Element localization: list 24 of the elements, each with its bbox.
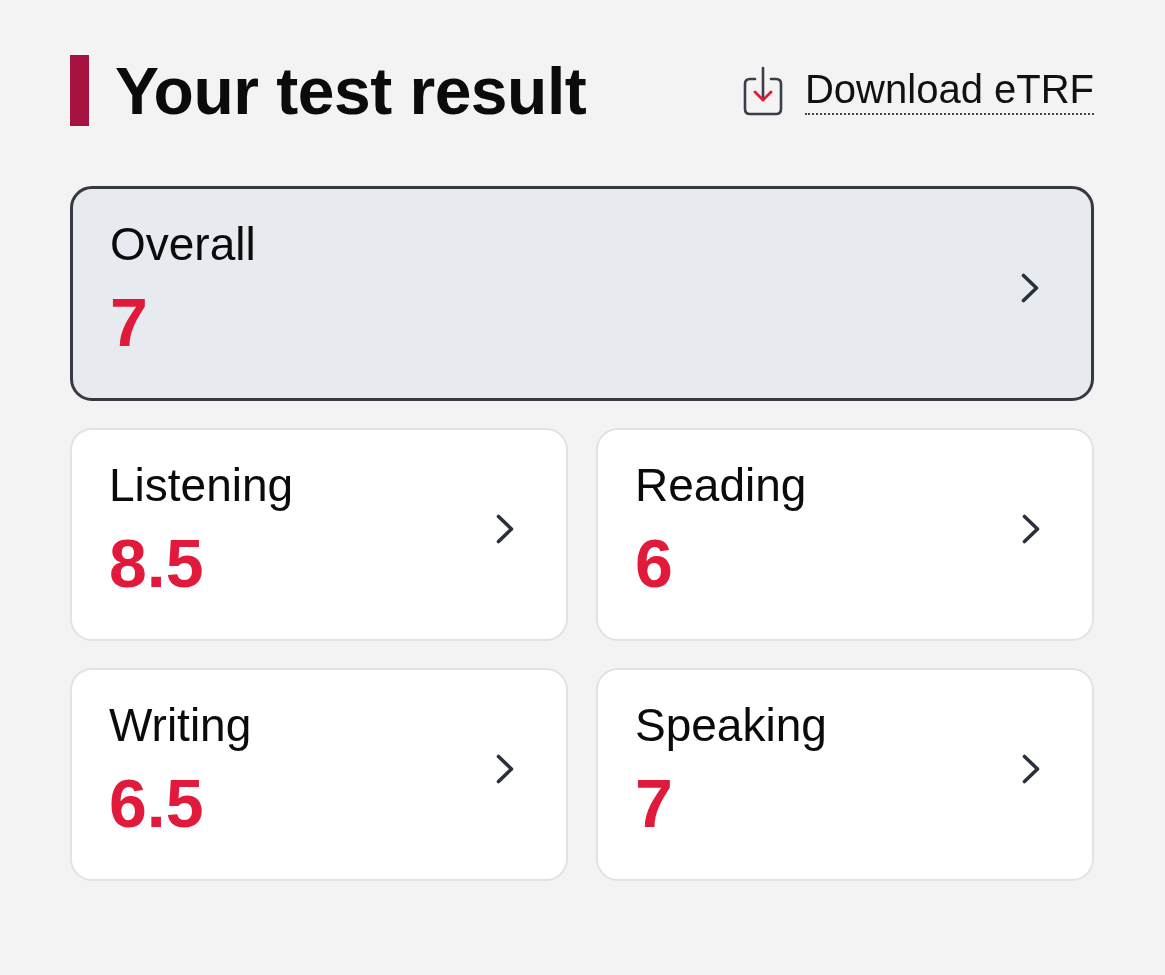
overall-score-card[interactable]: Overall 7	[70, 186, 1094, 401]
section-score-card[interactable]: Reading 6	[596, 428, 1094, 641]
download-icon	[743, 65, 783, 116]
page-title: Your test result	[115, 57, 587, 124]
score-label: Overall	[110, 218, 256, 270]
score-label: Writing	[109, 699, 252, 751]
chevron-right-icon	[1022, 514, 1040, 544]
score-value: 6	[635, 527, 674, 599]
section-score-card[interactable]: Listening 8.5	[70, 428, 568, 641]
chevron-right-icon	[1022, 754, 1040, 784]
chevron-right-icon	[1021, 273, 1039, 303]
score-value: 8.5	[109, 527, 205, 599]
score-value: 6.5	[109, 767, 205, 839]
accent-bar	[70, 55, 89, 126]
chevron-right-icon	[496, 754, 514, 784]
score-value: 7	[110, 286, 149, 358]
section-score-card[interactable]: Speaking 7	[596, 668, 1094, 881]
chevron-right-icon	[496, 514, 514, 544]
download-link[interactable]: Download eTRF	[805, 66, 1094, 115]
score-label: Listening	[109, 459, 294, 511]
section-score-card[interactable]: Writing 6.5	[70, 668, 568, 881]
score-label: Reading	[635, 459, 807, 511]
score-value: 7	[635, 767, 674, 839]
score-label: Speaking	[635, 699, 827, 751]
